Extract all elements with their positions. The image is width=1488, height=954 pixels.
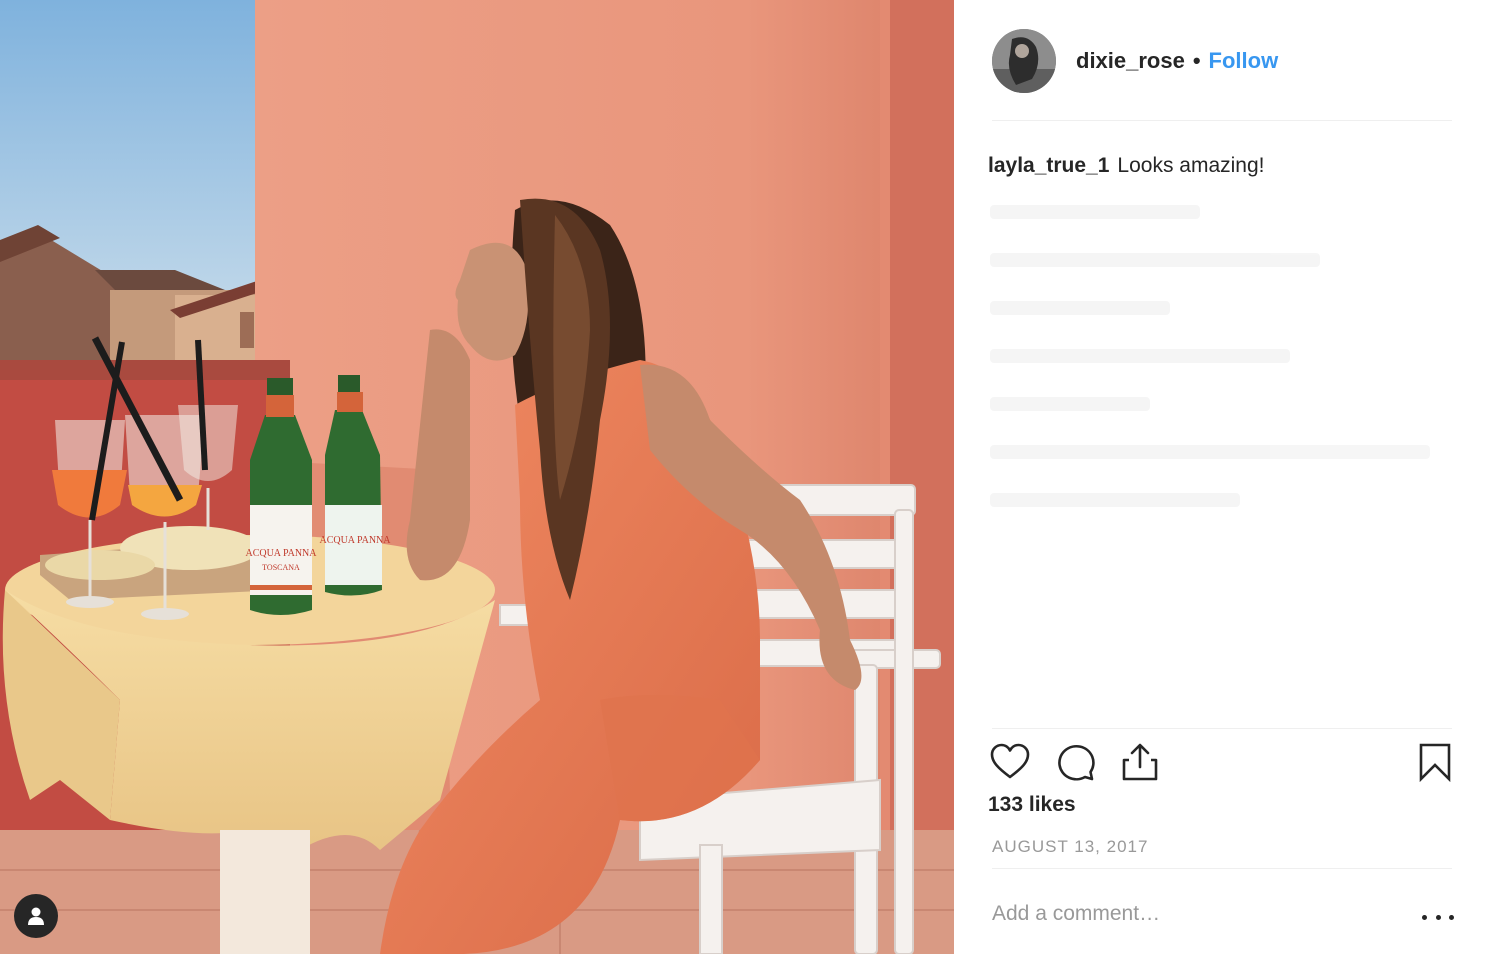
comment-divider xyxy=(992,868,1452,869)
header-divider xyxy=(992,120,1452,121)
action-bar xyxy=(990,742,1452,790)
post-photo[interactable]: ACQUA PANNA TOSCANA ACQUA PANNA xyxy=(0,0,954,954)
bottle-brand-1: ACQUA PANNA xyxy=(245,548,317,559)
avatar-image xyxy=(992,29,1056,93)
bottle-brand-2: ACQUA PANNA xyxy=(319,535,391,546)
person-icon xyxy=(28,907,44,925)
bottle-sub-1: TOSCANA xyxy=(262,563,300,572)
post-author-username[interactable]: dixie_rose xyxy=(1076,48,1185,74)
add-comment-input[interactable] xyxy=(992,888,1372,940)
speech-bubble-icon[interactable] xyxy=(1055,742,1095,782)
comment-text: Looks amazing! xyxy=(1117,154,1265,177)
likes-count[interactable]: 133 likes xyxy=(988,793,1076,817)
comment-item: layla_true_1 Looks amazing! xyxy=(988,154,1265,178)
actions-divider xyxy=(992,728,1452,729)
share-icon[interactable] xyxy=(1120,742,1160,782)
follow-button[interactable]: Follow xyxy=(1209,48,1279,74)
more-options-button[interactable] xyxy=(1422,905,1454,929)
post-sidebar: dixie_rose • Follow layla_true_1 Looks am… xyxy=(954,0,1488,954)
avatar[interactable] xyxy=(992,29,1056,93)
post-header: dixie_rose • Follow xyxy=(992,29,1452,93)
heart-icon[interactable] xyxy=(990,742,1030,782)
photo-image: ACQUA PANNA TOSCANA ACQUA PANNA xyxy=(0,0,954,954)
comment-author[interactable]: layla_true_1 xyxy=(988,154,1109,177)
faded-comment-area xyxy=(990,205,1450,535)
tagged-users-button[interactable] xyxy=(14,894,58,938)
separator-dot: • xyxy=(1192,48,1201,73)
post-date: AUGUST 13, 2017 xyxy=(992,837,1149,856)
bookmark-icon[interactable] xyxy=(1418,742,1452,782)
more-dots-icon xyxy=(1422,914,1427,920)
